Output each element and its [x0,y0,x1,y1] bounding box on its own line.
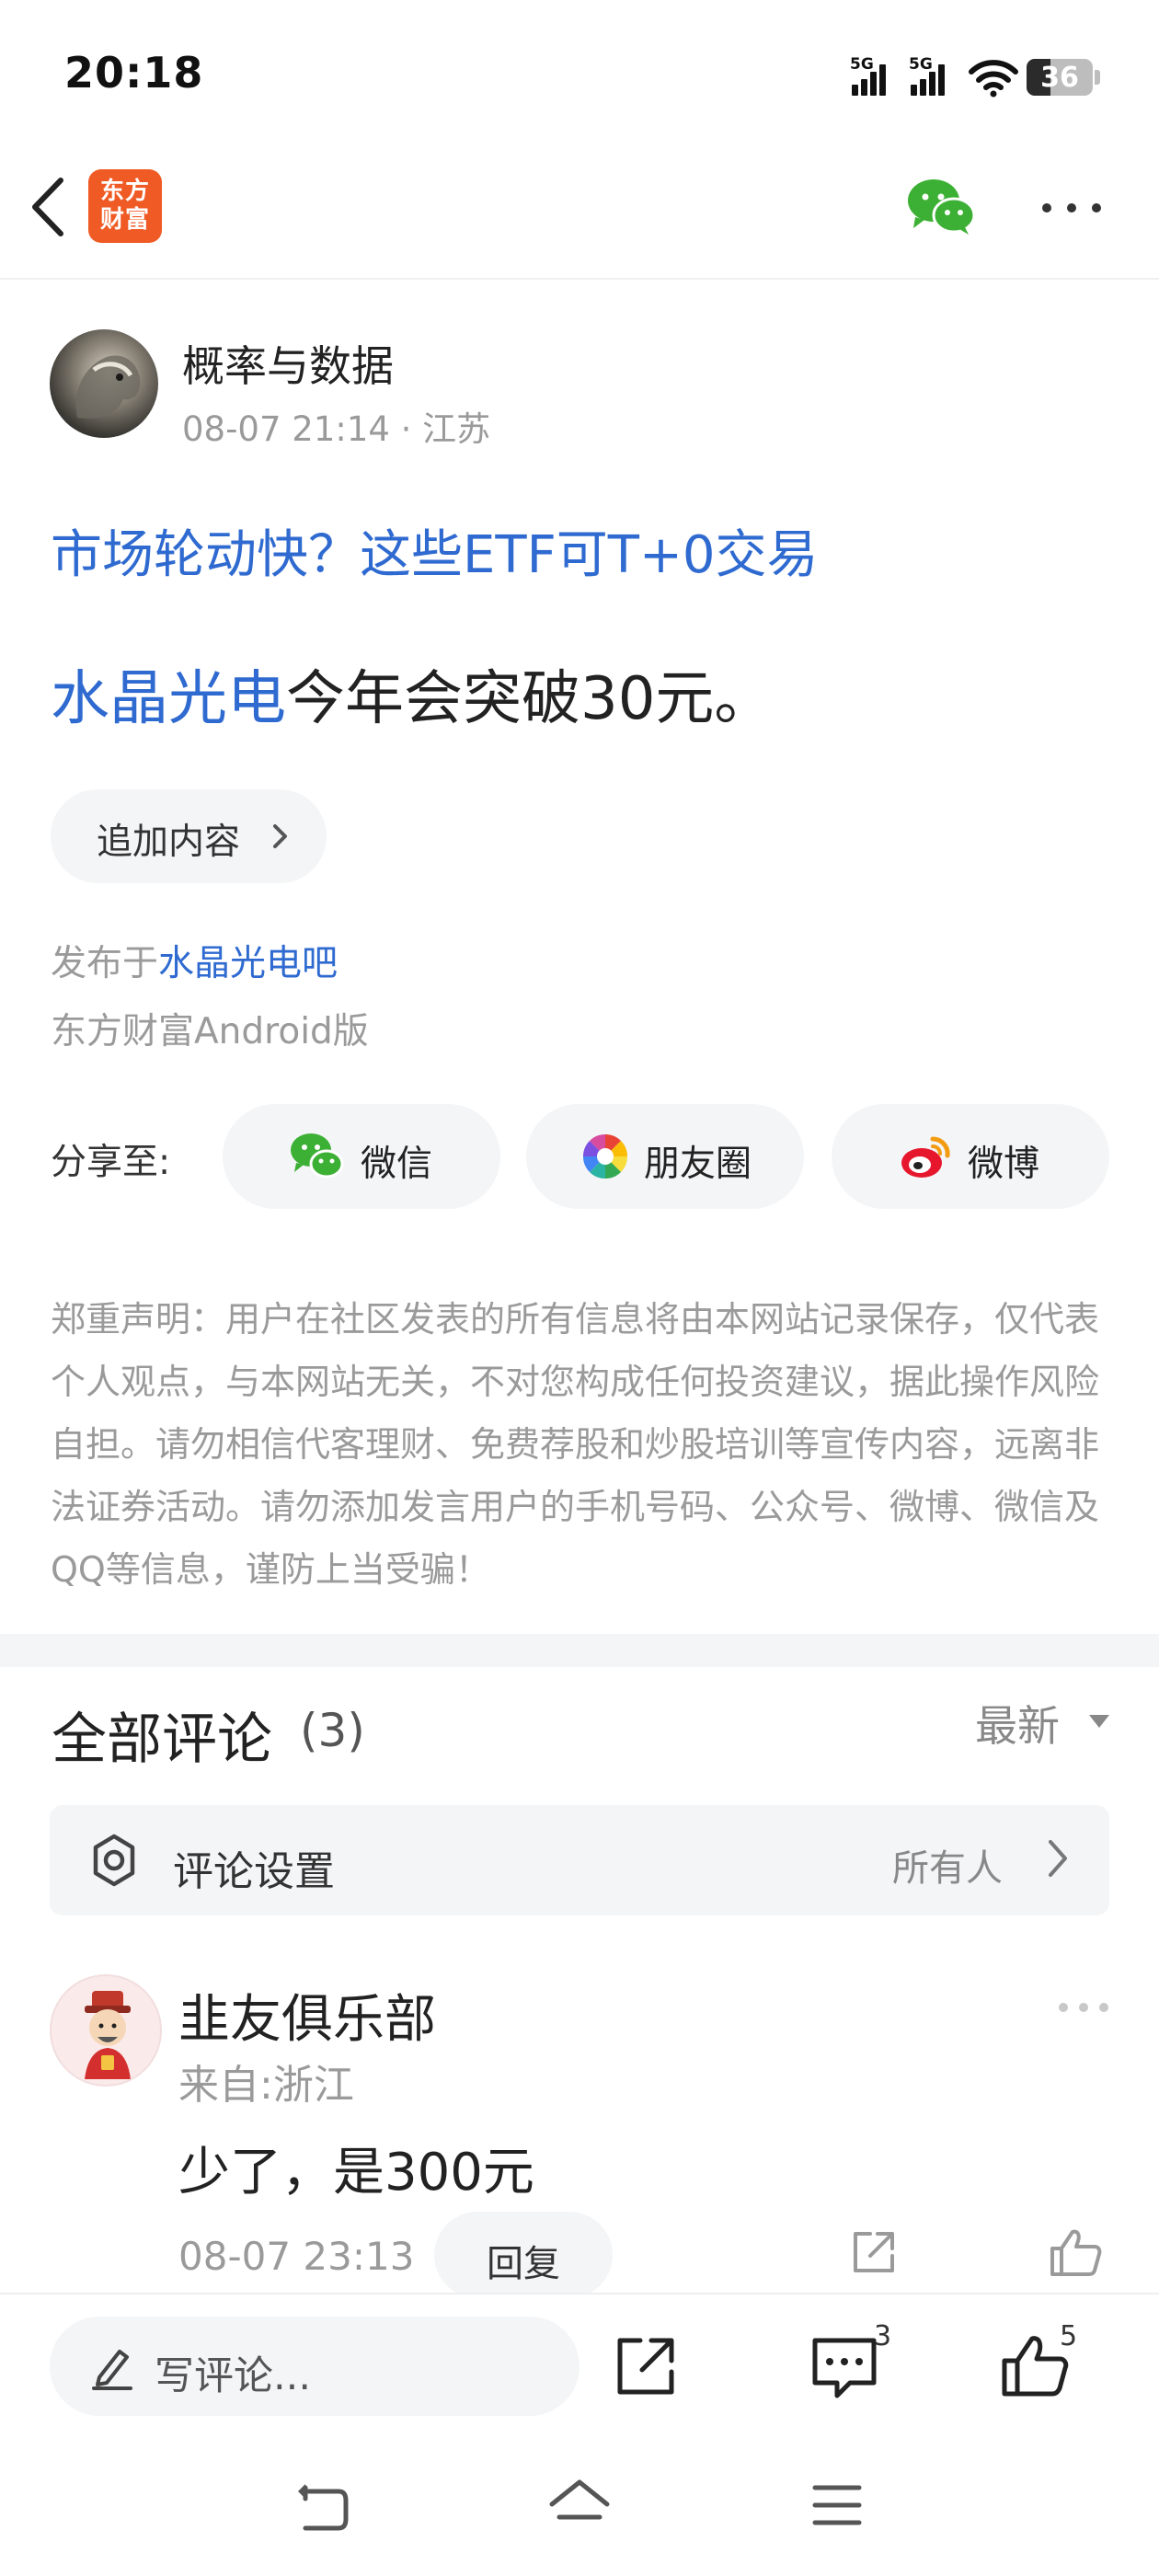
comment-time: 08-07 23:13 [178,2234,415,2279]
comment-count-badge: 3 [874,2320,892,2352]
reply-button[interactable]: 回复 [434,2212,613,2298]
more-horizontal-icon[interactable] [1058,2000,1109,2015]
share-wechat-label: 微信 [361,1144,433,1185]
system-back-icon[interactable] [293,2478,350,2534]
share-wechat-button[interactable]: 微信 [223,1104,500,1209]
system-home-icon[interactable] [546,2477,613,2534]
sort-dropdown[interactable]: 最新 [975,1693,1060,1754]
weibo-icon [901,1136,950,1178]
chevron-right-icon [1049,1840,1067,1877]
pencil-icon [92,2350,132,2390]
stock-link[interactable]: 水晶光电 [51,665,286,733]
comment-settings-value: 所有人 [892,1847,1003,1890]
post-text: 今年会突破30元。 [286,665,774,733]
moments-icon [582,1133,628,1179]
app-logo[interactable]: 东方财富 [88,169,162,243]
wechat-icon[interactable] [906,177,976,236]
stock-bar-link[interactable]: 水晶光电吧 [158,943,338,984]
promo-link[interactable]: 市场轮动快？这些ETF可T+0交易 [51,513,819,588]
comment-settings-row[interactable]: 评论设置 所有人 [50,1805,1109,1915]
commenter-avatar[interactable] [50,1974,162,2087]
comments-title: 全部评论 [52,1708,272,1772]
client-source: 东方财富Android版 [51,1011,369,1052]
share-weibo-button[interactable]: 微博 [832,1104,1109,1209]
battery-tip [1095,70,1100,85]
comments-count: (3) [300,1704,365,1757]
share-moments-button[interactable]: 朋友圈 [526,1104,804,1209]
post-detail-screen: 20:18 5G 5G 36 东方财富 概率与数据 08-07 21:14 · … [0,0,1159,2576]
post-meta: 08-07 21:14 · 江苏 [182,409,491,449]
write-comment-placeholder: 写评论... [155,2353,312,2399]
comment-text: 少了，是300元 [178,2143,534,2202]
nav-divider [0,278,1159,280]
gear-icon [93,1834,135,1887]
write-comment-input[interactable]: 写评论... [50,2317,580,2416]
status-time: 20:18 [64,48,204,98]
comment-icon[interactable] [809,2335,879,2401]
battery-icon: 36 [1027,59,1093,96]
share-moments-label: 朋友圈 [644,1144,752,1185]
wifi-icon [969,60,1018,98]
chevron-right-icon [273,824,287,848]
commenter-location: 来自:浙江 [178,2062,354,2109]
published-in: 发布于水晶光电吧 [51,943,339,984]
system-menu-icon[interactable] [811,2482,863,2528]
cellular-signal-icon: 5G [909,55,955,96]
like-count-badge: 5 [1060,2320,1078,2352]
chevron-left-icon[interactable] [26,175,70,239]
author-name[interactable]: 概率与数据 [182,333,394,394]
share-weibo-label: 微博 [968,1144,1040,1185]
battery-level: 36 [1040,62,1079,94]
post-body: 水晶光电今年会突破30元。 [51,651,773,736]
caret-down-icon[interactable] [1087,1713,1111,1730]
author-avatar[interactable] [50,329,158,438]
section-separator [0,1634,1159,1667]
more-horizontal-icon[interactable] [1039,199,1104,217]
comment-settings-label: 评论设置 [173,1848,335,1895]
add-content-button[interactable]: 追加内容 [51,789,327,883]
share-icon[interactable] [614,2335,677,2398]
share-label: 分享至: [51,1142,171,1183]
disclaimer: 郑重声明：用户在社区发表的所有信息将由本网站记录保存，仅代表个人观点，与本网站无… [51,1299,1100,1590]
commenter-name[interactable]: 韭友俱乐部 [178,1978,436,2053]
thumbs-up-icon[interactable] [1049,2226,1102,2278]
wechat-icon [291,1133,344,1179]
share-icon[interactable] [848,2226,900,2278]
add-content-label: 追加内容 [97,822,241,863]
cellular-signal-icon: 5G [850,55,896,96]
reply-label: 回复 [487,2243,560,2285]
